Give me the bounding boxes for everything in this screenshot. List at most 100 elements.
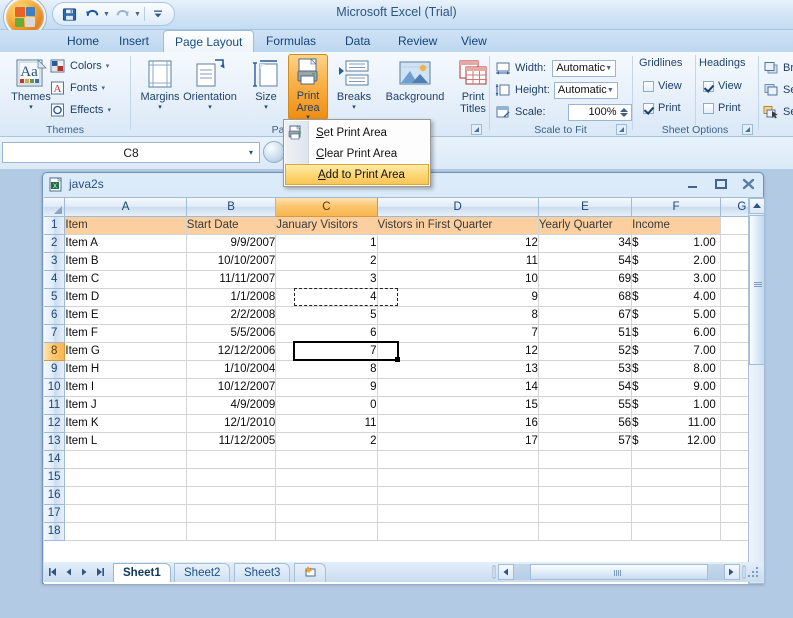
cell-c12[interactable]: 11 [275, 414, 378, 433]
cell-b1[interactable]: Start Date [186, 216, 277, 235]
vertical-scrollbar[interactable] [748, 198, 765, 584]
column-header-e[interactable]: E [538, 198, 633, 217]
cell-f5[interactable]: $4.00 [631, 288, 721, 307]
column-header-a[interactable]: A [64, 198, 187, 217]
cell-b8[interactable]: 12/12/2006 [186, 342, 277, 361]
menu-item-add-to-print-area[interactable]: Add to Print Area [285, 164, 429, 185]
cell-e8[interactable]: 52 [538, 342, 633, 361]
cell-f10[interactable]: $9.00 [631, 378, 721, 397]
tab-data[interactable]: Data [334, 31, 381, 52]
headings-view-checkbox[interactable] [703, 80, 714, 92]
theme-effects-button[interactable]: Effects ▾ [50, 100, 111, 120]
print-area-button[interactable]: Print Area ▾ [288, 54, 328, 121]
cell-b7[interactable]: 5/5/2006 [186, 324, 277, 343]
row-header-1[interactable]: 1 [44, 216, 66, 235]
cell-d16[interactable] [377, 486, 539, 505]
cell-c3[interactable]: 2 [275, 252, 378, 271]
cell-d17[interactable] [377, 504, 539, 523]
theme-effects-caret-icon[interactable]: ▾ [107, 106, 111, 114]
cell-a2[interactable]: Item A [64, 234, 187, 253]
tab-page-layout[interactable]: Page Layout [163, 30, 255, 53]
sheet-tab-sheet1[interactable]: Sheet1 [113, 563, 171, 582]
cell-a18[interactable] [64, 522, 187, 541]
cell-a16[interactable] [64, 486, 187, 505]
page-setup-dialog-launcher[interactable] [471, 124, 482, 135]
row-header-12[interactable]: 12 [44, 414, 66, 433]
cell-e5[interactable]: 68 [538, 288, 633, 307]
row-header-5[interactable]: 5 [44, 288, 66, 307]
sheet-options-dialog-launcher[interactable] [742, 124, 753, 135]
scale-spinner[interactable]: 100% [567, 103, 632, 121]
row-header-8[interactable]: 8 [44, 342, 66, 361]
cell-e3[interactable]: 54 [538, 252, 633, 271]
cell-b9[interactable]: 1/10/2004 [186, 360, 277, 379]
column-header-f[interactable]: F [631, 198, 721, 217]
row-header-18[interactable]: 18 [44, 522, 66, 541]
row-header-2[interactable]: 2 [44, 234, 66, 253]
row-header-15[interactable]: 15 [44, 468, 66, 487]
cell-c11[interactable]: 0 [275, 396, 378, 415]
print-titles-button[interactable]: Print Titles [453, 54, 493, 120]
scroll-left-button[interactable] [498, 564, 514, 580]
cell-b4[interactable]: 11/11/2007 [186, 270, 277, 289]
insert-worksheet-tab[interactable] [294, 563, 326, 582]
cell-f11[interactable]: $1.00 [631, 396, 721, 415]
send-to-back-button[interactable]: Se [763, 80, 793, 100]
cell-f4[interactable]: $3.00 [631, 270, 721, 289]
cell-a15[interactable] [64, 468, 187, 487]
size-button[interactable]: Size ▾ [244, 54, 288, 120]
cell-d12[interactable]: 16 [377, 414, 539, 433]
cell-c10[interactable]: 9 [275, 378, 378, 397]
bring-to-front-button[interactable]: Br [763, 58, 793, 78]
cell-c9[interactable]: 8 [275, 360, 378, 379]
row-header-4[interactable]: 4 [44, 270, 66, 289]
cell-d7[interactable]: 7 [377, 324, 539, 343]
cell-a8[interactable]: Item G [64, 342, 187, 361]
sheet-tab-sheet3[interactable]: Sheet3 [234, 563, 291, 582]
cell-c7[interactable]: 6 [275, 324, 378, 343]
fit-width-combo[interactable]: Automatic ▼ [552, 59, 617, 77]
cell-f1[interactable]: Income [631, 216, 721, 235]
cell-b18[interactable] [186, 522, 277, 541]
row-header-7[interactable]: 7 [44, 324, 66, 343]
cell-a17[interactable] [64, 504, 187, 523]
cell-f14[interactable] [631, 450, 721, 469]
scroll-up-button[interactable] [749, 198, 765, 214]
column-header-c[interactable]: C [275, 198, 378, 217]
cell-c2[interactable]: 1 [275, 234, 378, 253]
menu-item-set-print-area[interactable]: Set Print Area [284, 122, 430, 143]
cell-b6[interactable]: 2/2/2008 [186, 306, 277, 325]
vertical-scrollbar-thumb[interactable] [749, 215, 765, 365]
cell-e7[interactable]: 51 [538, 324, 633, 343]
cell-b17[interactable] [186, 504, 277, 523]
cell-b15[interactable] [186, 468, 277, 487]
column-header-d[interactable]: D [377, 198, 539, 217]
cell-d1[interactable]: Vistors in First Quarter [377, 216, 539, 235]
cell-f15[interactable] [631, 468, 721, 487]
cell-c13[interactable]: 2 [275, 432, 378, 451]
close-button[interactable] [740, 176, 758, 192]
cell-f12[interactable]: $11.00 [631, 414, 721, 433]
cell-b2[interactable]: 9/9/2007 [186, 234, 277, 253]
cell-c18[interactable] [275, 522, 378, 541]
chevron-down-icon[interactable]: ▾ [249, 148, 253, 157]
cell-c8[interactable]: 7 [275, 342, 378, 361]
cell-d15[interactable] [377, 468, 539, 487]
theme-colors-button[interactable]: Colors ▾ [50, 56, 109, 76]
cell-e16[interactable] [538, 486, 633, 505]
cell-f17[interactable] [631, 504, 721, 523]
cell-e14[interactable] [538, 450, 633, 469]
cell-d6[interactable]: 8 [377, 306, 539, 325]
cell-e10[interactable]: 54 [538, 378, 633, 397]
cell-e9[interactable]: 53 [538, 360, 633, 379]
cell-b12[interactable]: 12/1/2010 [186, 414, 277, 433]
cell-d8[interactable]: 12 [377, 342, 539, 361]
cell-c4[interactable]: 3 [275, 270, 378, 289]
sheet-tab-sheet2[interactable]: Sheet2 [174, 563, 231, 582]
cell-f18[interactable] [631, 522, 721, 541]
cell-e6[interactable]: 67 [538, 306, 633, 325]
theme-colors-caret-icon[interactable]: ▾ [106, 62, 110, 70]
cell-b14[interactable] [186, 450, 277, 469]
menu-item-clear-print-area[interactable]: Clear Print Area [284, 143, 430, 164]
cell-d4[interactable]: 10 [377, 270, 539, 289]
